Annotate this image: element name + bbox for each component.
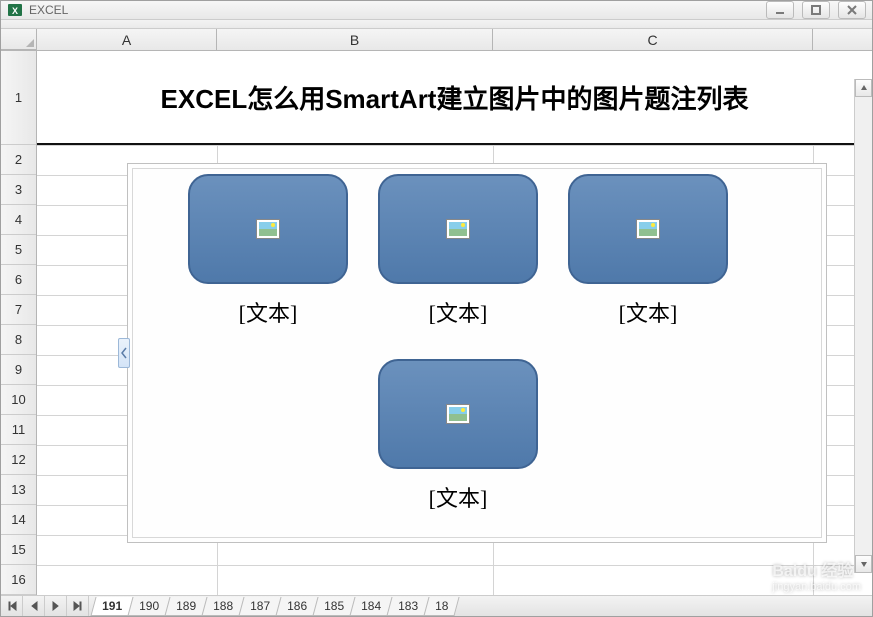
- row-header[interactable]: 11: [1, 415, 36, 445]
- smartart-graphic[interactable]: [文本] [文本] [文本]: [127, 163, 827, 543]
- row-header[interactable]: 2: [1, 145, 36, 175]
- prev-sheet-button[interactable]: [23, 596, 45, 616]
- picture-placeholder-icon[interactable]: [446, 219, 470, 239]
- column-header[interactable]: A: [37, 29, 217, 50]
- window-controls: [766, 1, 866, 19]
- close-button[interactable]: [838, 1, 866, 19]
- svg-text:X: X: [12, 6, 18, 16]
- watermark: Baidu 经验 jingyan.baidu.com: [772, 557, 861, 593]
- row-header[interactable]: 7: [1, 295, 36, 325]
- watermark-url: jingyan.baidu.com: [772, 581, 861, 593]
- row-header[interactable]: 14: [1, 505, 36, 535]
- row-header[interactable]: 4: [1, 205, 36, 235]
- smartart-items: [文本] [文本] [文本]: [128, 164, 826, 542]
- row-header[interactable]: 12: [1, 445, 36, 475]
- smartart-item[interactable]: [文本]: [378, 174, 538, 328]
- first-sheet-button[interactable]: [1, 596, 23, 616]
- row-header[interactable]: 13: [1, 475, 36, 505]
- next-sheet-button[interactable]: [45, 596, 67, 616]
- row-header[interactable]: 5: [1, 235, 36, 265]
- maximize-button[interactable]: [802, 1, 830, 19]
- column-header[interactable]: C: [493, 29, 813, 50]
- last-sheet-button[interactable]: [67, 596, 89, 616]
- smartart-picture-shape[interactable]: [378, 359, 538, 469]
- row-header[interactable]: 10: [1, 385, 36, 415]
- row-header[interactable]: 6: [1, 265, 36, 295]
- smartart-picture-shape[interactable]: [378, 174, 538, 284]
- row-headers: 1 2 3 4 5 6 7 8 9 10 11 12 13 14 15 16: [1, 51, 37, 595]
- merged-title-cell[interactable]: EXCEL怎么用SmartArt建立图片中的图片题注列表: [37, 51, 872, 145]
- row-header[interactable]: 3: [1, 175, 36, 205]
- picture-placeholder-icon[interactable]: [256, 219, 280, 239]
- sheet-tabs: 191 190 189 188 187 186 185 184 183 18: [89, 597, 872, 616]
- smartart-item[interactable]: [文本]: [568, 174, 728, 328]
- worksheet-area: A B C 1 2 3 4 5 6 7 8 9 10 11 12 13 14 1…: [1, 29, 872, 595]
- picture-placeholder-icon[interactable]: [636, 219, 660, 239]
- column-header[interactable]: B: [217, 29, 493, 50]
- excel-icon: X: [7, 2, 23, 18]
- sheet-nav-buttons: [1, 596, 89, 616]
- smartart-picture-shape[interactable]: [188, 174, 348, 284]
- row-header[interactable]: 9: [1, 355, 36, 385]
- sheet-tab[interactable]: 18: [424, 597, 460, 616]
- row-header[interactable]: 1: [1, 51, 36, 145]
- grid-body: 1 2 3 4 5 6 7 8 9 10 11 12 13 14 15 16: [1, 51, 872, 595]
- status-bar: 191 190 189 188 187 186 185 184 183 18: [1, 595, 872, 616]
- watermark-brand: Baidu 经验: [772, 557, 861, 581]
- window-title: EXCEL: [29, 3, 766, 17]
- select-all-corner[interactable]: [1, 29, 37, 50]
- smartart-caption[interactable]: [文本]: [568, 296, 728, 328]
- minimize-button[interactable]: [766, 1, 794, 19]
- vertical-scrollbar[interactable]: [854, 79, 872, 573]
- app-window: X EXCEL A B C 1 2 3 4 5 6 7 8: [0, 0, 873, 617]
- picture-placeholder-icon[interactable]: [446, 404, 470, 424]
- smartart-caption[interactable]: [文本]: [378, 481, 538, 513]
- smartart-item[interactable]: [文本]: [378, 359, 538, 513]
- row-header[interactable]: 16: [1, 565, 36, 595]
- column-headers: A B C: [1, 29, 872, 51]
- smartart-caption[interactable]: [文本]: [378, 296, 538, 328]
- scroll-up-button[interactable]: [855, 79, 872, 97]
- row-header[interactable]: 15: [1, 535, 36, 565]
- titlebar: X EXCEL: [1, 1, 872, 20]
- row-header[interactable]: 8: [1, 325, 36, 355]
- smartart-caption[interactable]: [文本]: [188, 296, 348, 328]
- smartart-item[interactable]: [文本]: [188, 174, 348, 328]
- quick-access-toolbar: [1, 20, 872, 29]
- cells-area[interactable]: EXCEL怎么用SmartArt建立图片中的图片题注列表 [文本]: [37, 51, 872, 595]
- smartart-picture-shape[interactable]: [568, 174, 728, 284]
